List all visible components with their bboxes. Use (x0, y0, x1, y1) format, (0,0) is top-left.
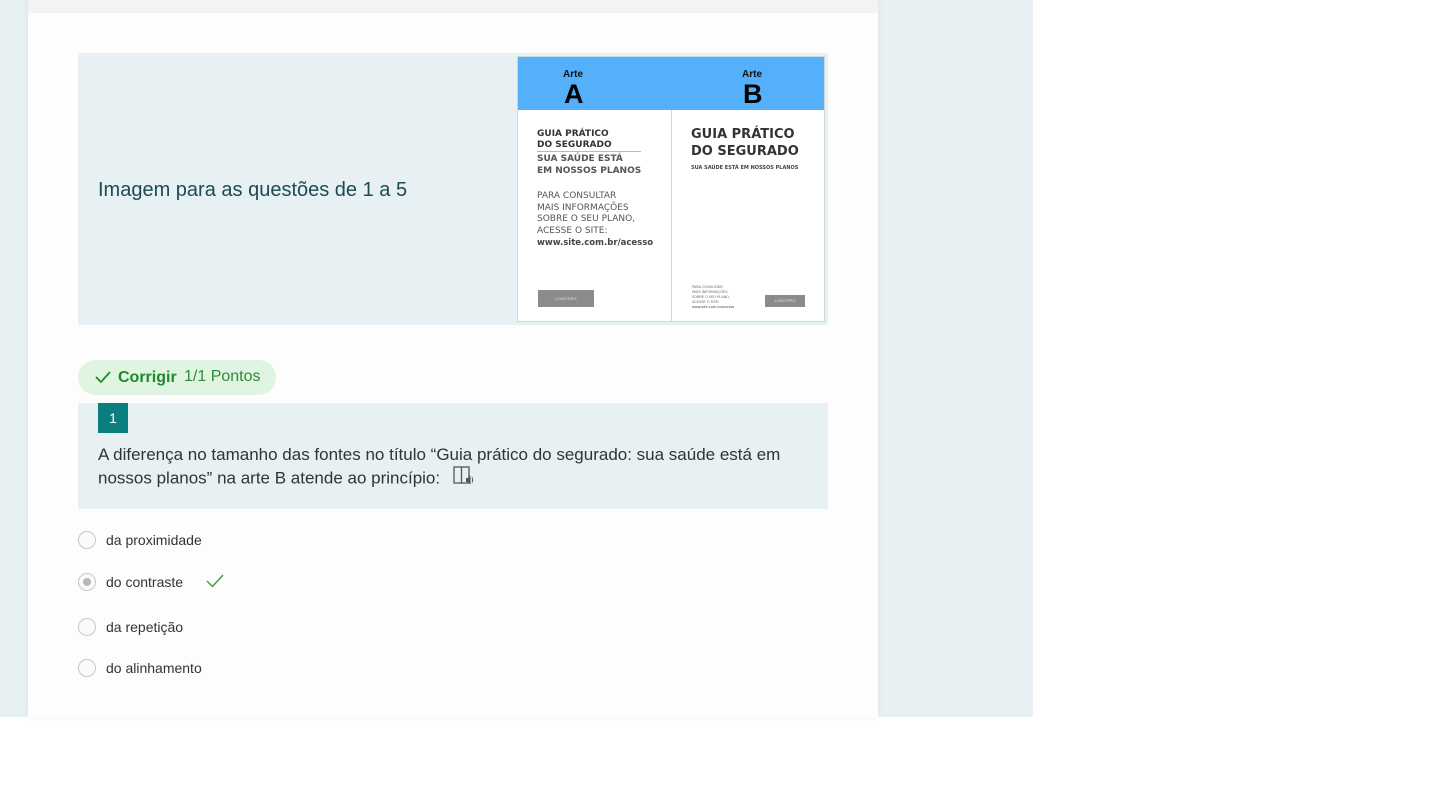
result-badge: Corrigir 1/1 Pontos (78, 360, 276, 395)
option-do-alinhamento[interactable]: do alinhamento (78, 658, 478, 680)
art-a-logo-button: LOGOTIPO (538, 290, 594, 307)
art-b-body-line3: SOBRE O SEU PLANO, (692, 295, 731, 299)
art-a-title-line1: GUIA PRÁTICO (537, 129, 609, 139)
option-label: da repetição (106, 619, 184, 635)
radio-button[interactable] (78, 659, 96, 677)
option-label: da proximidade (106, 532, 202, 548)
arts-image: Arte A GUIA PRÁTICO DO SEGURADO SUA SAÚD… (517, 56, 825, 322)
radio-button-selected[interactable] (78, 573, 96, 591)
question-number: 1 (98, 403, 128, 433)
art-a-subtitle-line2: EM NOSSOS PLANOS (537, 166, 642, 176)
form-card: Imagem para as questões de 1 a 5 Arte A … (28, 0, 878, 717)
art-b-subtitle: SUA SAÚDE ESTÁ EM NOSSOS PLANOS (691, 165, 799, 171)
art-b-body-line1: PARA CONSULTAR (692, 285, 723, 289)
option-label: do alinhamento (106, 660, 202, 676)
question-block: 1 A diferença no tamanho das fontes no t… (78, 403, 828, 509)
art-a-subtitle-line1: SUA SAÚDE ESTÁ (537, 154, 623, 164)
art-a-body-line4: ACESSE O SITE: (537, 226, 608, 236)
card-top-strip (28, 0, 878, 13)
art-b-letter: B (743, 79, 763, 109)
art-b-body-line4: ACESSE O SITE: (692, 300, 720, 304)
art-b-url: www.site.com.br/acesso (692, 305, 735, 309)
art-a-rule (537, 151, 641, 152)
option-label: do contraste (106, 574, 184, 590)
result-status: Corrigir (118, 369, 177, 386)
radio-button[interactable] (78, 531, 96, 549)
art-a-url: www.site.com.br/acesso (537, 238, 654, 248)
image-section: Imagem para as questões de 1 a 5 Arte A … (78, 53, 828, 325)
radio-button[interactable] (78, 618, 96, 636)
question-text-line2: nossos planos” na arte B atende ao princ… (98, 468, 441, 488)
immersive-reader-icon[interactable] (453, 466, 475, 492)
art-a-letter: A (564, 79, 584, 109)
result-points: 1/1 Pontos (184, 368, 261, 385)
section-title: Imagem para as questões de 1 a 5 (98, 179, 408, 201)
art-b-logo-button: LOGOTIPO (765, 295, 805, 307)
art-a-body-line2: MAIS INFORMAÇÕES (537, 203, 629, 213)
option-do-contraste[interactable]: do contraste (78, 572, 478, 594)
question-text-line1: A diferença no tamanho das fontes no tít… (98, 445, 781, 464)
check-icon (95, 370, 111, 389)
question-text: A diferença no tamanho das fontes no tít… (98, 444, 798, 492)
art-b-title-line1: GUIA PRÁTICO (691, 127, 795, 142)
art-b-body-line2: MAIS INFORMAÇÕES (692, 290, 728, 294)
art-a-title-line2: DO SEGURADO (537, 140, 612, 150)
art-a-body-line3: SOBRE O SEU PLANO, (537, 214, 636, 224)
arts-divider (671, 110, 672, 321)
correct-check-icon (206, 573, 224, 594)
art-b-title-line2: DO SEGURADO (691, 144, 799, 159)
art-a-body-line1: PARA CONSULTAR (537, 191, 617, 201)
option-da-repeticao[interactable]: da repetição (78, 617, 478, 639)
option-da-proximidade[interactable]: da proximidade (78, 530, 478, 552)
